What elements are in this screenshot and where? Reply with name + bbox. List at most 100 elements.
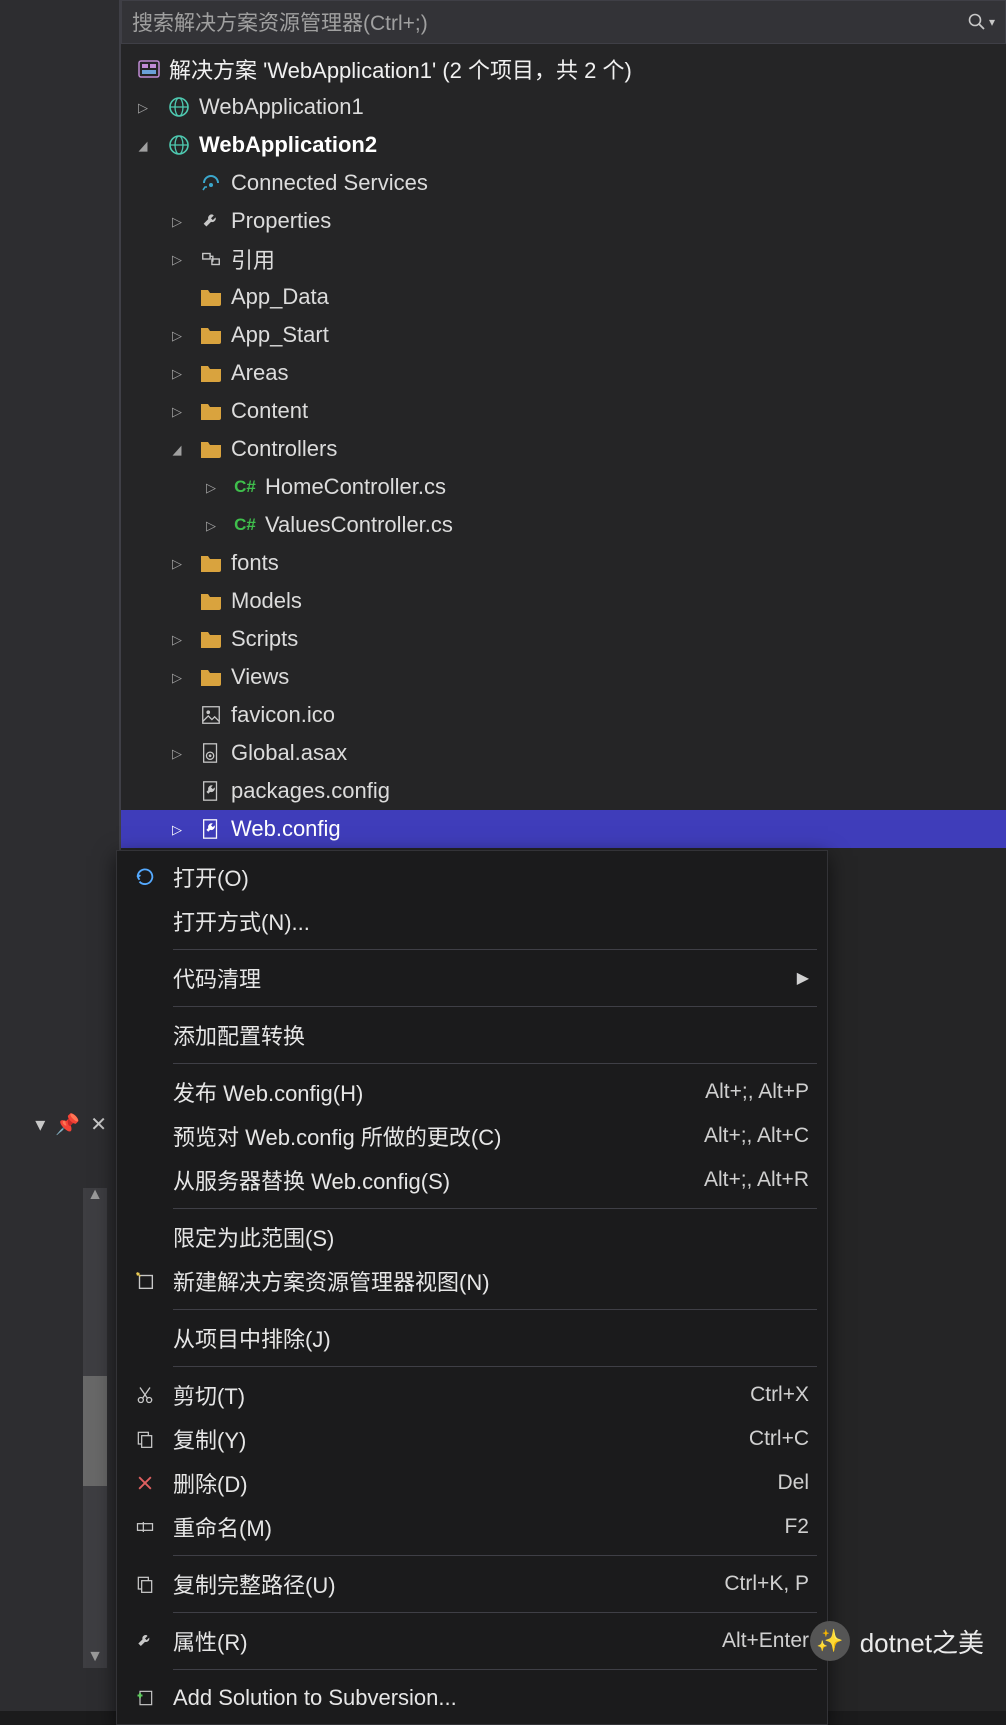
scroll-thumb[interactable] bbox=[83, 1376, 107, 1486]
expand-icon[interactable] bbox=[131, 99, 155, 116]
folder-label: Views bbox=[231, 664, 289, 690]
menu-label: 打开方式(N)... bbox=[173, 905, 809, 937]
connected-services-label: Connected Services bbox=[231, 170, 428, 196]
folder-icon bbox=[197, 587, 225, 615]
menu-label: 复制完整路径(U) bbox=[173, 1568, 724, 1600]
menu-label: 从项目中排除(J) bbox=[173, 1322, 809, 1354]
content-node[interactable]: Content bbox=[121, 392, 1006, 430]
menu-rename[interactable]: 重命名(M) F2 bbox=[117, 1505, 827, 1549]
search-icon[interactable]: ▾ bbox=[967, 12, 995, 32]
folder-label: App_Data bbox=[231, 284, 329, 310]
menu-open-with[interactable]: 打开方式(N)... bbox=[117, 899, 827, 943]
search-bar[interactable]: 搜索解决方案资源管理器(Ctrl+;) ▾ bbox=[121, 0, 1006, 44]
menu-shortcut: Alt+;, Alt+C bbox=[704, 1124, 809, 1148]
image-file-icon bbox=[197, 701, 225, 729]
expand-icon[interactable] bbox=[165, 669, 189, 686]
close-icon[interactable]: ✕ bbox=[90, 1112, 107, 1137]
menu-shortcut: Ctrl+X bbox=[750, 1383, 809, 1407]
copy-icon bbox=[117, 1429, 173, 1449]
context-menu: 打开(O) 打开方式(N)... 代码清理 ▶ 添加配置转换 发布 Web.co… bbox=[116, 850, 828, 1725]
expand-icon[interactable] bbox=[165, 365, 189, 382]
connected-services-node[interactable]: Connected Services bbox=[121, 164, 1006, 202]
project2-label: WebApplication2 bbox=[199, 132, 377, 158]
menu-label: 属性(R) bbox=[173, 1625, 722, 1657]
expand-icon[interactable] bbox=[199, 479, 223, 496]
menu-shortcut: Alt+Enter bbox=[722, 1629, 809, 1653]
expand-icon[interactable] bbox=[165, 441, 189, 458]
menu-code-clean[interactable]: 代码清理 ▶ bbox=[117, 956, 827, 1000]
scroll-down-icon[interactable]: ▼ bbox=[83, 1648, 107, 1670]
delete-icon bbox=[117, 1473, 173, 1493]
watermark: ✨ dotnet之美 bbox=[810, 1621, 984, 1661]
project2-node[interactable]: WebApplication2 bbox=[121, 126, 1006, 164]
folder-label: App_Start bbox=[231, 322, 329, 348]
folder-label: Models bbox=[231, 588, 302, 614]
menu-shortcut: Ctrl+K, P bbox=[724, 1572, 809, 1596]
menu-preview[interactable]: 预览对 Web.config 所做的更改(C) Alt+;, Alt+C bbox=[117, 1114, 827, 1158]
folder-label: Content bbox=[231, 398, 308, 424]
solution-node[interactable]: 解决方案 'WebApplication1' (2 个项目，共 2 个) bbox=[121, 50, 1006, 88]
new-view-icon bbox=[117, 1270, 173, 1292]
globalasax-node[interactable]: Global.asax bbox=[121, 734, 1006, 772]
properties-node[interactable]: Properties bbox=[121, 202, 1006, 240]
views-node[interactable]: Views bbox=[121, 658, 1006, 696]
config-file-icon bbox=[197, 777, 225, 805]
expand-icon[interactable] bbox=[165, 327, 189, 344]
menu-label: 新建解决方案资源管理器视图(N) bbox=[173, 1265, 809, 1297]
menu-svn[interactable]: Add Solution to Subversion... bbox=[117, 1676, 827, 1720]
rename-icon bbox=[117, 1517, 173, 1537]
menu-separator bbox=[173, 1063, 817, 1064]
menu-copy-path[interactable]: 复制完整路径(U) Ctrl+K, P bbox=[117, 1562, 827, 1606]
expand-icon[interactable] bbox=[165, 213, 189, 230]
menu-separator bbox=[173, 949, 817, 950]
controllers-node[interactable]: Controllers bbox=[121, 430, 1006, 468]
menu-copy[interactable]: 复制(Y) Ctrl+C bbox=[117, 1417, 827, 1461]
menu-label: Add Solution to Subversion... bbox=[173, 1685, 809, 1711]
menu-delete[interactable]: 删除(D) Del bbox=[117, 1461, 827, 1505]
scripts-node[interactable]: Scripts bbox=[121, 620, 1006, 658]
appstart-node[interactable]: App_Start bbox=[121, 316, 1006, 354]
expand-icon[interactable] bbox=[165, 821, 189, 838]
models-node[interactable]: Models bbox=[121, 582, 1006, 620]
folder-icon bbox=[197, 435, 225, 463]
appdata-node[interactable]: App_Data bbox=[121, 278, 1006, 316]
expand-icon[interactable] bbox=[165, 745, 189, 762]
menu-add-transform[interactable]: 添加配置转换 bbox=[117, 1013, 827, 1057]
dropdown-icon[interactable]: ▾ bbox=[35, 1112, 45, 1137]
menu-cut[interactable]: 剪切(T) Ctrl+X bbox=[117, 1373, 827, 1417]
packagesconfig-node[interactable]: packages.config bbox=[121, 772, 1006, 810]
folder-label: Controllers bbox=[231, 436, 337, 462]
menu-properties[interactable]: 属性(R) Alt+Enter bbox=[117, 1619, 827, 1663]
expand-icon[interactable] bbox=[199, 517, 223, 534]
scroll-up-icon[interactable]: ▲ bbox=[83, 1186, 107, 1208]
homecontroller-node[interactable]: C# HomeController.cs bbox=[121, 468, 1006, 506]
references-label: 引用 bbox=[231, 243, 275, 275]
expand-icon[interactable] bbox=[165, 251, 189, 268]
project1-node[interactable]: WebApplication1 bbox=[121, 88, 1006, 126]
menu-publish[interactable]: 发布 Web.config(H) Alt+;, Alt+P bbox=[117, 1070, 827, 1114]
expand-icon[interactable] bbox=[165, 403, 189, 420]
scrollbar[interactable]: ▲ ▼ bbox=[83, 1188, 107, 1668]
menu-separator bbox=[173, 1366, 817, 1367]
menu-new-view[interactable]: 新建解决方案资源管理器视图(N) bbox=[117, 1259, 827, 1303]
expand-icon[interactable] bbox=[131, 137, 155, 154]
csharp-file-icon: C# bbox=[231, 511, 259, 539]
valuescontroller-node[interactable]: C# ValuesController.cs bbox=[121, 506, 1006, 544]
folder-icon bbox=[197, 397, 225, 425]
favicon-node[interactable]: favicon.ico bbox=[121, 696, 1006, 734]
menu-exclude[interactable]: 从项目中排除(J) bbox=[117, 1316, 827, 1360]
pin-icon[interactable]: 📌 bbox=[55, 1112, 80, 1137]
expand-icon[interactable] bbox=[165, 555, 189, 572]
folder-icon bbox=[197, 663, 225, 691]
menu-replace[interactable]: 从服务器替换 Web.config(S) Alt+;, Alt+R bbox=[117, 1158, 827, 1202]
fonts-node[interactable]: fonts bbox=[121, 544, 1006, 582]
menu-label: 复制(Y) bbox=[173, 1423, 749, 1455]
webconfig-node[interactable]: Web.config bbox=[121, 810, 1006, 848]
menu-scope[interactable]: 限定为此范围(S) bbox=[117, 1215, 827, 1259]
references-node[interactable]: 引用 bbox=[121, 240, 1006, 278]
menu-open[interactable]: 打开(O) bbox=[117, 855, 827, 899]
areas-node[interactable]: Areas bbox=[121, 354, 1006, 392]
file-label: Global.asax bbox=[231, 740, 347, 766]
expand-icon[interactable] bbox=[165, 631, 189, 648]
menu-shortcut: Ctrl+C bbox=[749, 1427, 809, 1451]
